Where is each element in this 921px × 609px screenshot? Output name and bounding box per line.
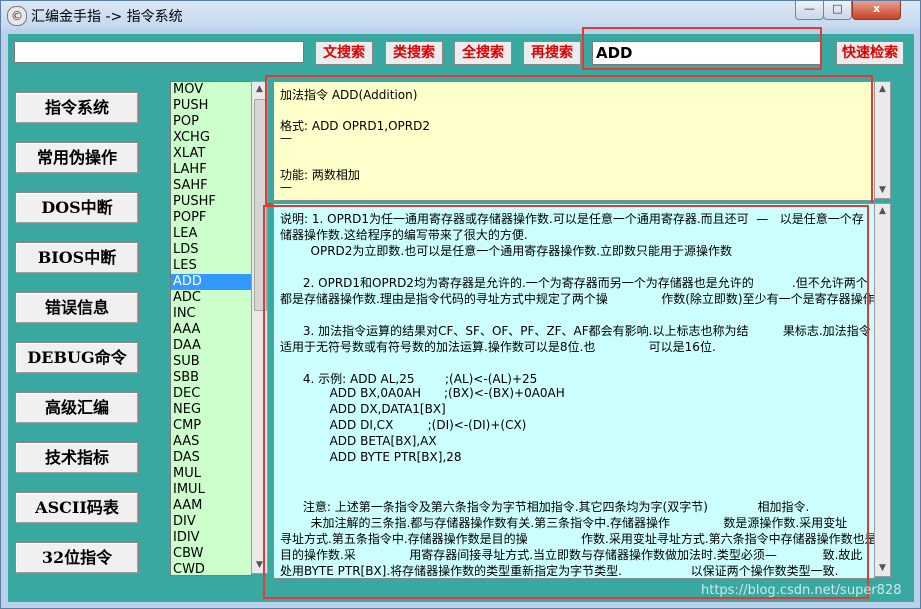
category-search-button[interactable]: 类搜索 [385,41,443,65]
instruction-list-item[interactable]: SUB [171,354,251,370]
scroll-up-arrow-icon[interactable]: ▲ [252,82,267,97]
window-title: 汇编金手指 -> 指令系统 [31,9,183,25]
instruction-list-item[interactable]: POPF [171,210,251,226]
instruction-list-item[interactable]: INC [171,306,251,322]
nav-advanced-assembly[interactable]: 高级汇编 [15,392,139,424]
instruction-list-item[interactable]: DAA [171,338,251,354]
watermark: https://blog.csdn.net/super828 [701,583,902,598]
minimize-button[interactable]: — [795,1,824,20]
nav-32bit-instructions[interactable]: 32位指令 [15,542,139,574]
description-line: 寻址方式.第五条指令中.存储器操作数是目的操 作数.采用变址寻址方式.第六条指令… [280,532,875,546]
instruction-list-item[interactable]: NEG [171,402,251,418]
nav-pseudo-ops[interactable]: 常用伪操作 [15,142,139,174]
description-line: OPRD2为立即数.也可以是任意一个通用寄存器操作数.立即数只能用于源操作数 [280,244,733,258]
instruction-list-scrollbar[interactable]: ▲ ▼ [251,81,268,574]
instruction-list-item[interactable]: LES [171,258,251,274]
search-input[interactable] [14,41,304,63]
description-panel[interactable]: 说明: 1. OPRD1为任一通用寄存器或存储器操作数.可以是任意一个通用寄存器… [273,203,875,579]
instruction-list-item[interactable]: SBB [171,370,251,386]
description-line: 处用BYTE PTR[BX].将存储器操作数的类型重新指定为字节类型. 以保证两… [280,564,839,578]
description-scrollbar[interactable]: ▲ ▼ [874,203,891,577]
instruction-list-item[interactable]: SAHF [171,178,251,194]
description-line: ADD BYTE PTR[BX],28 [280,450,462,464]
instruction-list-item[interactable]: DEC [171,386,251,402]
instruction-list-item[interactable]: ADC [171,290,251,306]
description-line: 储器操作数.这给程序的编写带来了很大的方便. [280,228,528,242]
description-line: ADD BX,0A0AH ;(BX)<-(BX)+0A0AH [280,386,565,400]
description-line: 未加注解的三条指.都与存储器操作数有关.第三条指令中.存储器操作 数是源操作数.… [280,516,848,530]
nav-error-info[interactable]: 错误信息 [15,292,139,324]
instruction-list-item[interactable]: DIV [171,514,251,530]
nav-debug-commands[interactable]: DEBUG命令 [15,342,139,374]
nav-tech-specs[interactable]: 技术指标 [15,442,139,474]
instruction-list-item[interactable]: XCHG [171,130,251,146]
description-line: 说明: 1. OPRD1为任一通用寄存器或存储器操作数.可以是任意一个通用寄存器… [280,212,864,226]
instruction-list-item[interactable]: DAS [171,450,251,466]
title-bar[interactable]: © 汇编金手指 -> 指令系统 — □ x [1,1,920,29]
main-window: © 汇编金手指 -> 指令系统 — □ x 文搜索 类搜索 全搜索 再搜索 AD… [0,0,921,609]
instruction-list-item[interactable]: AAS [171,434,251,450]
full-search-button[interactable]: 全搜索 [454,41,512,65]
instruction-list-item[interactable]: MUL [171,466,251,482]
instruction-list-item[interactable]: PUSHF [171,194,251,210]
close-button[interactable]: x [852,1,901,20]
description-line: ADD DI,CX ;(DI)<-(DI)+(CX) [280,418,527,432]
description-line: 3. 加法指令运算的结果对CF、SF、OF、PF、ZF、AF都会有影响.以上标志… [280,324,871,338]
maximize-button[interactable]: □ [823,1,852,20]
scroll-down-arrow-icon[interactable]: ▼ [252,558,267,573]
nav-instruction-system[interactable]: 指令系统 [15,92,139,124]
scroll-down-arrow-icon[interactable]: ▼ [875,183,890,198]
scroll-up-arrow-icon[interactable]: ▲ [875,82,890,97]
instruction-list-item[interactable]: XLAT [171,146,251,162]
format-line: 格式: ADD OPRD1,OPRD2 [280,119,430,133]
instruction-list[interactable]: MOV PUSH POP XCHG XLAT LAHF SAHF PUSHF POPF LEA LD… [170,81,252,576]
description-line: 目的操作数.采 用寄存器间接寻址方式.当立即数与存储器操作数做加法时.类型必须—… [280,548,863,562]
instruction-list-item[interactable]: LAHF [171,162,251,178]
description-line: ADD BETA[BX],AX [280,434,437,448]
nav-dos-interrupts[interactable]: DOS中断 [15,192,139,224]
nav-ascii-table[interactable]: ASCII码表 [15,492,139,524]
instruction-list-item[interactable]: CBW [171,546,251,562]
instruction-list-item[interactable]: LDS [171,242,251,258]
instruction-list-item[interactable]: AAA [171,322,251,338]
quick-search-button[interactable]: 快速检索 [836,41,904,65]
scroll-up-arrow-icon[interactable]: ▲ [875,204,890,219]
client-area: 文搜索 类搜索 全搜索 再搜索 ADD 快速检索 指令系统 常用伪操作 DOS中… [8,27,914,602]
text-search-button[interactable]: 文搜索 [315,41,373,65]
definition-title: 加法指令 ADD(Addition) [280,88,418,102]
search-again-button[interactable]: 再搜索 [523,41,581,65]
description-line: 2. OPRD1和OPRD2均为寄存器是允许的.一个为寄存器而另一个为存储器也是… [280,276,868,290]
instruction-list-item[interactable]: LEA [171,226,251,242]
format-underline: — [280,131,292,145]
instruction-list-item[interactable]: IMUL [171,482,251,498]
app-logo-icon[interactable]: © [7,6,27,26]
scroll-down-arrow-icon[interactable]: ▼ [875,561,890,576]
definition-panel[interactable]: 加法指令 ADD(Addition) 格式: ADD OPRD1,OPRD2 —… [273,81,875,201]
nav-bios-interrupts[interactable]: BIOS中断 [15,242,139,274]
instruction-list-item[interactable]: IDIV [171,530,251,546]
description-line: 4. 示例: ADD AL,25 ;(AL)<-(AL)+25 [280,372,538,386]
instruction-list-item[interactable]: POP [171,114,251,130]
instruction-list-item[interactable]: CMP [171,418,251,434]
instruction-list-item[interactable]: MOV [171,82,251,98]
scrollbar-thumb[interactable] [254,99,267,311]
instruction-list-item[interactable]: CWD [171,562,251,575]
description-line: ADD DX,DATA1[BX] [280,402,446,416]
instruction-list-item[interactable]: PUSH [171,98,251,114]
function-underline: — [280,180,292,194]
definition-scrollbar[interactable]: ▲ ▼ [874,81,891,199]
instruction-list-item[interactable]: AAM [171,498,251,514]
description-line: 都是存储器操作数.理由是指令代码的寻址方式中规定了两个操 作数(除立即数)至少有… [280,292,875,306]
command-input[interactable]: ADD [592,41,822,65]
instruction-list-item[interactable]: ADD [171,274,251,290]
description-line: 适用于无符号数或有符号数的加法运算.操作数可以是8位.也 可以是16位. [280,340,716,354]
description-line: 注意: 上述第一条指令及第六条指令为字节相加指令.其它四条均为字(双字节) 相加… [280,500,810,514]
